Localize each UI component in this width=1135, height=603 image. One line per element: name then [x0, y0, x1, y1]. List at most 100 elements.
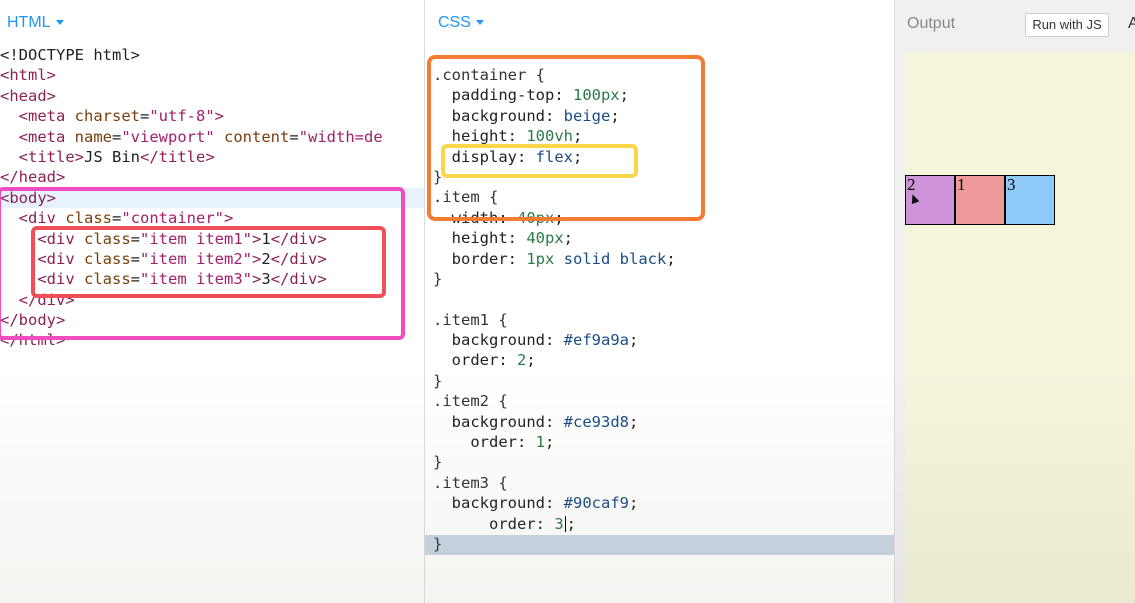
code-token: ;: [566, 514, 577, 533]
code-token: <div: [37, 270, 84, 289]
code-token: <body>: [0, 188, 56, 207]
output-pane: Output Run with JS A 213: [895, 0, 1135, 603]
code-line[interactable]: }: [433, 371, 676, 391]
code-line[interactable]: background: #ef9a9a;: [433, 330, 676, 350]
code-line[interactable]: order: 1;: [433, 432, 676, 452]
run-with-js-button[interactable]: Run with JS: [1025, 13, 1109, 37]
code-line[interactable]: height: 100vh;: [433, 126, 676, 146]
code-line[interactable]: }: [433, 452, 676, 472]
code-token: 40px: [526, 229, 564, 248]
html-code[interactable]: <!DOCTYPE html> <html> <head> <meta charse…: [0, 45, 383, 351]
code-line[interactable]: <title>JS Bin</title>: [0, 147, 383, 167]
chevron-down-icon[interactable]: [55, 20, 64, 26]
code-token: "container": [121, 209, 225, 228]
code-line[interactable]: order: 2;: [433, 350, 676, 370]
code-token: "item item2": [140, 249, 252, 268]
code-line[interactable]: order: 3;: [433, 514, 676, 534]
code-line[interactable]: </head>: [0, 167, 383, 187]
code-token: >: [224, 209, 234, 228]
code-line[interactable]: width: 40px;: [433, 208, 676, 228]
code-line[interactable]: <div class="item item1">1</div>: [0, 229, 383, 249]
code-line[interactable]: }: [433, 167, 676, 187]
code-token: <div: [18, 209, 66, 228]
html-panel-title: HTML: [7, 14, 51, 31]
css-code[interactable]: .container { padding-top: 100px; backgro…: [433, 65, 676, 554]
output-preview[interactable]: 213: [905, 52, 1135, 603]
code-line[interactable]: .item3 {: [433, 473, 676, 493]
code-line[interactable]: <head>: [0, 86, 383, 106]
css-panel-title: CSS: [438, 14, 471, 31]
code-line[interactable]: .item1 {: [433, 310, 676, 330]
output-title: Output: [907, 15, 956, 32]
code-token: height:: [433, 127, 527, 146]
code-token: #90caf9: [563, 494, 629, 513]
code-token: class: [65, 209, 113, 228]
code-token: ;: [572, 147, 583, 166]
code-line[interactable]: background: #ce93d8;: [433, 412, 676, 432]
code-token: background:: [433, 331, 564, 350]
chevron-down-icon[interactable]: [475, 20, 484, 26]
code-token: "viewport": [121, 127, 215, 146]
code-line[interactable]: .container {: [433, 65, 676, 85]
code-token: =: [130, 249, 141, 268]
code-token: class: [84, 249, 131, 268]
code-token: ;: [526, 351, 536, 370]
code-line[interactable]: }: [433, 534, 676, 554]
code-line[interactable]: <div class="item item3">3</div>: [0, 269, 383, 289]
code-token: JS Bin: [84, 147, 140, 166]
code-line[interactable]: <meta name="viewport" content="width=de: [0, 127, 383, 147]
code-token: 3: [554, 514, 564, 533]
css-editor-pane[interactable]: CSS .container { padding-top: 100px; bac…: [425, 0, 894, 603]
code-token: 40px: [517, 208, 555, 227]
code-token: .item1 {: [433, 310, 508, 329]
code-token: ;: [628, 412, 639, 431]
code-line[interactable]: </body>: [0, 310, 383, 330]
code-line[interactable]: background: #90caf9;: [433, 493, 676, 513]
code-token: .container {: [433, 66, 545, 84]
code-line[interactable]: <div class="item item2">2</div>: [0, 249, 383, 269]
code-line[interactable]: <meta charset="utf-8">: [0, 106, 383, 126]
code-line[interactable]: <body>: [0, 188, 383, 208]
code-line[interactable]: <html>: [0, 65, 383, 85]
flex-item: 1: [955, 175, 1005, 225]
code-line[interactable]: <div class="container">: [0, 208, 383, 228]
code-line[interactable]: .item {: [433, 187, 676, 207]
code-line[interactable]: [433, 289, 676, 309]
code-line[interactable]: padding-top: 100px;: [433, 85, 676, 105]
code-token: }: [433, 453, 443, 472]
code-line[interactable]: border: 1px solid black;: [433, 249, 676, 269]
html-editor-pane[interactable]: HTML <!DOCTYPE html> <html> <head> <meta c…: [0, 0, 424, 603]
code-token: width:: [433, 208, 517, 227]
code-line[interactable]: background: beige;: [433, 106, 676, 126]
code-token: </body>: [0, 311, 66, 330]
code-line[interactable]: }: [433, 269, 676, 289]
code-line[interactable]: height: 40px;: [433, 228, 676, 248]
code-line[interactable]: <!DOCTYPE html>: [0, 45, 383, 65]
code-token: </div>: [18, 290, 75, 309]
code-token: charset: [74, 107, 140, 126]
code-line[interactable]: display: flex;: [433, 147, 676, 167]
code-token: "utf-8": [149, 107, 215, 126]
code-token: padding-top:: [433, 86, 573, 105]
code-token: order:: [433, 514, 555, 533]
css-panel-tab[interactable]: CSS: [438, 14, 484, 32]
code-token: "item item1": [140, 229, 252, 248]
code-token: #ce93d8: [563, 412, 629, 431]
code-token: ;: [610, 106, 620, 125]
code-token: beige: [563, 106, 611, 125]
code-token: .item3 {: [433, 473, 508, 492]
code-token: <head>: [0, 86, 56, 105]
code-token: <html>: [0, 66, 56, 85]
code-line[interactable]: </div>: [0, 290, 383, 310]
code-line[interactable]: .item2 {: [433, 391, 676, 411]
code-line[interactable]: </html>: [0, 330, 383, 350]
code-token: content: [224, 127, 290, 146]
html-panel-tab[interactable]: HTML: [7, 14, 64, 32]
code-token: name: [74, 127, 112, 146]
